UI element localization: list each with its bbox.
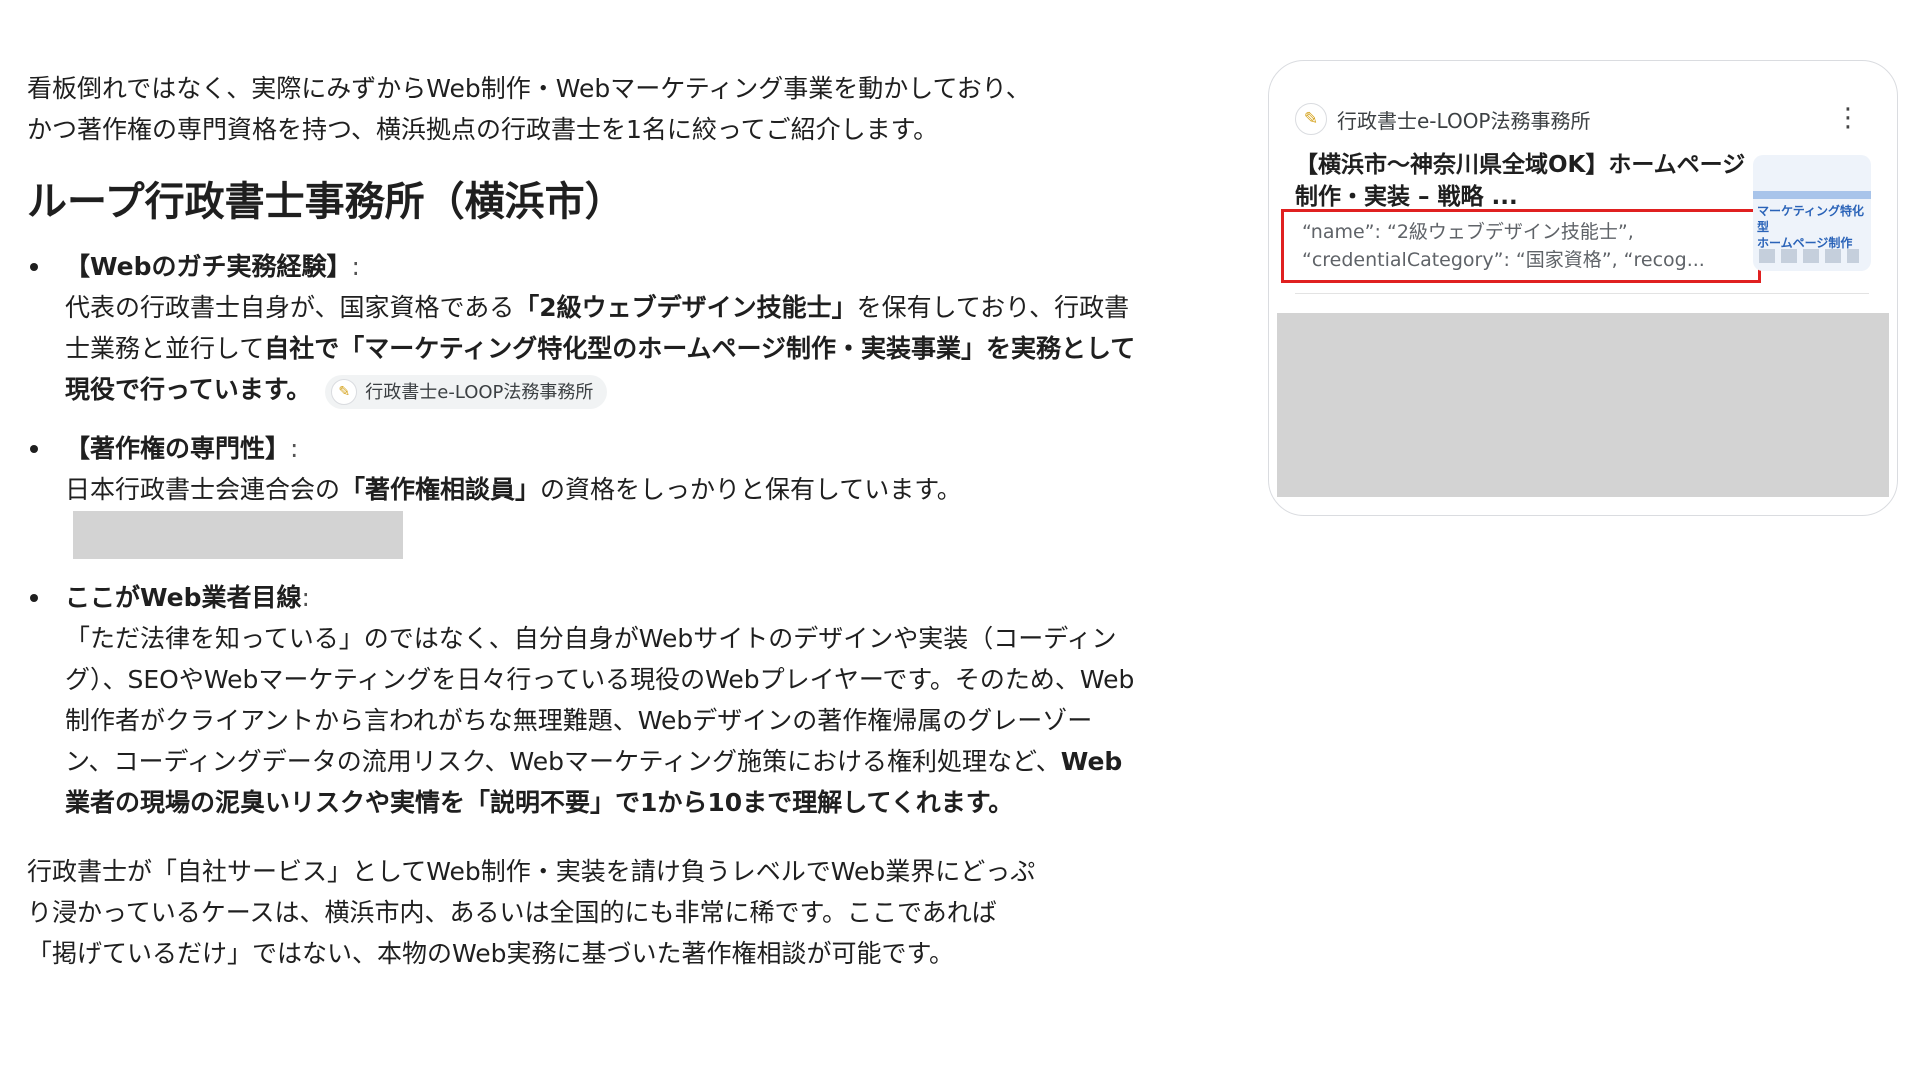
point-text: 「ただ法律を知っている」のではなく、自分自身がWebサイトのデザインや実装（コー… bbox=[65, 624, 1135, 776]
source-site-name: 行政書士e-LOOP法務事務所 bbox=[1337, 108, 1591, 133]
redacted-area bbox=[73, 511, 403, 559]
point-heading: ここがWeb業者目線 bbox=[65, 583, 302, 612]
site-favicon-icon: ✎ bbox=[331, 379, 358, 405]
divider bbox=[1295, 293, 1869, 294]
points-list: 【Webのガチ実務経験】: 代表の行政書士自身が、国家資格である「2級ウェブデザ… bbox=[27, 246, 1137, 823]
highlighted-snippet: “name”: “2級ウェブデザイン技能士”, “credentialCateg… bbox=[1281, 209, 1761, 283]
point-bold: 「2級ウェブデザイン技能士」 bbox=[514, 293, 857, 322]
source-thumbnail[interactable]: マーケティング特化型 ホームページ制作 bbox=[1753, 155, 1871, 271]
more-options-icon[interactable]: ⋮ bbox=[1835, 105, 1861, 131]
list-item: 【Webのガチ実務経験】: 代表の行政書士自身が、国家資格である「2級ウェブデザ… bbox=[27, 246, 1137, 410]
thumbnail-text: マーケティング特化型 ホームページ制作 bbox=[1757, 204, 1865, 250]
point-text: 代表の行政書士自身が、国家資格である bbox=[65, 293, 515, 322]
point-text: の資格をしっかりと保有しています。 bbox=[540, 475, 962, 504]
source-chip[interactable]: ✎ 行政書士e-LOOP法務事務所 bbox=[325, 375, 608, 409]
redacted-area bbox=[1277, 313, 1889, 497]
source-card-title[interactable]: 【横浜市〜神奈川県全域OK】ホームページ制作・実装 – 戦略 ... bbox=[1295, 149, 1765, 213]
snippet-line: “credentialCategory”: “国家資格”, “recog... bbox=[1302, 249, 1705, 271]
list-item: 【著作権の専門性】: 日本行政書士会連合会の「著作権相談員」の資格をしっかりと保… bbox=[27, 428, 1137, 559]
snippet-line: “name”: “2級ウェブデザイン技能士”, bbox=[1302, 221, 1634, 243]
point-text: 日本行政書士会連合会の bbox=[65, 475, 341, 504]
point-heading: 【Webのガチ実務経験】 bbox=[65, 252, 352, 281]
answer-content: 看板倒れではなく、実際にみずからWeb制作・Webマーケティング事業を動かしてお… bbox=[27, 68, 1137, 974]
source-card-header: ✎ 行政書士e-LOOP法務事務所 bbox=[1295, 103, 1591, 135]
source-card[interactable]: ✎ 行政書士e-LOOP法務事務所 ⋮ 【横浜市〜神奈川県全域OK】ホームページ… bbox=[1268, 60, 1898, 516]
site-favicon-icon: ✎ bbox=[1295, 103, 1327, 135]
outro-paragraph: 行政書士が「自社サービス」としてWeb制作・実装を請け負うレベルでWeb業界にど… bbox=[27, 857, 1036, 968]
section-title: ループ行政書士事務所（横浜市） bbox=[27, 179, 625, 225]
list-item: ここがWeb業者目線: 「ただ法律を知っている」のではなく、自分自身がWebサイ… bbox=[27, 577, 1137, 823]
intro-paragraph: 看板倒れではなく、実際にみずからWeb制作・Webマーケティング事業を動かしてお… bbox=[27, 74, 1031, 144]
source-chip-label: 行政書士e-LOOP法務事務所 bbox=[365, 381, 594, 403]
point-bold: 「著作権相談員」 bbox=[340, 475, 541, 504]
point-heading: 【著作権の専門性】 bbox=[65, 434, 291, 463]
